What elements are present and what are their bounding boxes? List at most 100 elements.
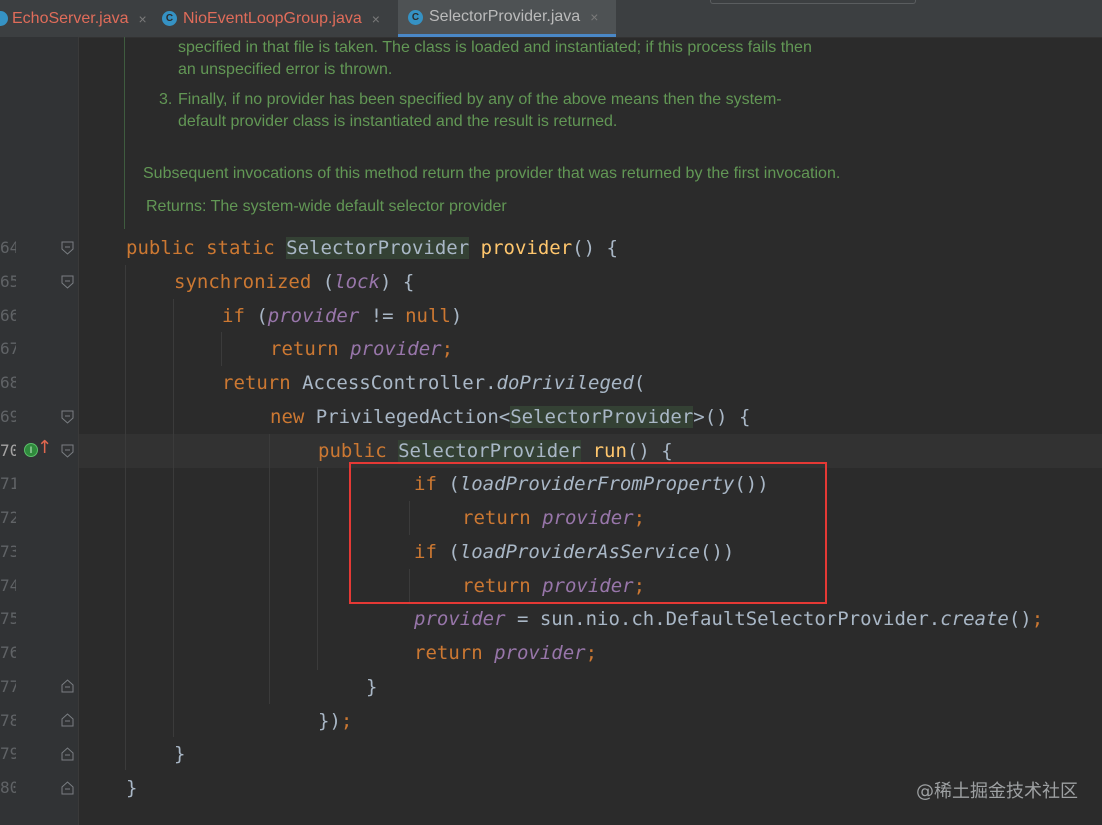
- code-token: public static: [126, 237, 287, 259]
- code-line-68[interactable]: return AccessController.doPrivileged(: [222, 366, 645, 400]
- line-number: 64: [0, 238, 16, 257]
- code-line-79[interactable]: }: [174, 737, 185, 771]
- tab-label: SelectorProvider.java: [429, 8, 581, 25]
- line-number: 79: [0, 744, 16, 763]
- code-line-64[interactable]: public static SelectorProvider provider(…: [126, 231, 618, 265]
- tab-nioeventloopgroup[interactable]: C NioEventLoopGroup.java ×: [162, 0, 380, 37]
- line-number: 69: [0, 407, 16, 426]
- fold-expand-icon[interactable]: [61, 781, 74, 795]
- code-line-69[interactable]: new PrivilegedAction<SelectorProvider>()…: [270, 400, 750, 434]
- code-line-76[interactable]: return provider;: [414, 636, 597, 670]
- code-token: () {: [626, 440, 673, 462]
- indent-guide: [317, 467, 318, 670]
- code-token: if: [222, 305, 257, 327]
- code-token: synchronized: [174, 271, 323, 293]
- fold-collapse-icon[interactable]: [61, 444, 74, 458]
- line-number: 70: [0, 441, 16, 460]
- code-line-65[interactable]: synchronized (lock) {: [174, 265, 414, 299]
- rendered-javadoc: specified in that file is taken. The cla…: [124, 37, 925, 229]
- indent-guide: [221, 332, 222, 366]
- tab-echoserver[interactable]: EchoServer.java ×: [0, 0, 147, 37]
- fold-collapse-icon[interactable]: [61, 275, 74, 289]
- code-token: () {: [572, 237, 618, 259]
- fold-expand-icon[interactable]: [61, 713, 74, 727]
- fold-expand-icon[interactable]: [61, 679, 74, 693]
- code-token: provider: [494, 642, 586, 664]
- code-token: }): [318, 710, 341, 732]
- code-token: ) {: [379, 271, 415, 293]
- gutter-divider: [78, 37, 79, 825]
- code-token: lock: [334, 271, 380, 293]
- code-token: provider: [480, 237, 573, 259]
- doc-text: Finally, if no provider has been specifi…: [178, 91, 782, 108]
- code-token: SelectorProvider: [286, 237, 470, 259]
- doc-returns-label: Returns:: [146, 198, 207, 215]
- tab-label: EchoServer.java: [12, 9, 129, 27]
- search-field-edge[interactable]: [710, 0, 916, 4]
- line-number: 72: [0, 508, 16, 527]
- code-token: ;: [1031, 608, 1044, 630]
- indent-guide: [173, 299, 174, 737]
- code-token: provider: [267, 305, 360, 327]
- code-token: SelectorProvider: [510, 406, 694, 428]
- code-line-75[interactable]: provider = sun.nio.ch.DefaultSelectorPro…: [414, 602, 1043, 636]
- line-number: 71: [0, 474, 16, 493]
- code-line-66[interactable]: if (provider != null): [222, 299, 462, 333]
- code-token: }: [126, 777, 138, 799]
- java-class-icon: C: [162, 11, 177, 26]
- line-number: 78: [0, 711, 16, 730]
- code-token: return: [270, 338, 351, 360]
- tab-selectorprovider[interactable]: C SelectorProvider.java ×: [398, 0, 616, 37]
- line-number: 74: [0, 576, 16, 595]
- code-line-67[interactable]: return provider;: [270, 332, 453, 366]
- fold-collapse-icon[interactable]: [61, 241, 74, 255]
- watermark: @稀土掘金技术社区: [916, 781, 1078, 802]
- doc-list-number: 3.: [159, 91, 173, 108]
- code-token: run: [592, 440, 627, 462]
- editor-tab-bar: EchoServer.java × C NioEventLoopGroup.ja…: [0, 0, 1102, 38]
- doc-text: an unspecified error is thrown.: [178, 61, 393, 78]
- code-token: PrivilegedAction<: [315, 406, 511, 428]
- code-token: (: [256, 305, 268, 327]
- close-icon[interactable]: ×: [139, 11, 147, 27]
- line-number: 73: [0, 542, 16, 561]
- code-token: ): [450, 305, 463, 327]
- implements-method-icon[interactable]: I: [24, 443, 38, 457]
- code-token: provider: [350, 338, 442, 360]
- code-token: ;: [585, 642, 598, 664]
- code-token: null: [405, 305, 451, 327]
- doc-text: default provider class is instantiated a…: [178, 113, 618, 130]
- fold-collapse-icon[interactable]: [61, 410, 74, 424]
- doc-returns: Returns: The system-wide default selecto…: [146, 198, 507, 216]
- close-icon[interactable]: ×: [590, 9, 598, 25]
- doc-text: specified in that file is taken. The cla…: [178, 39, 812, 56]
- code-token: doPrivileged: [496, 372, 634, 394]
- code-token: return: [414, 642, 495, 664]
- code-token: (): [1008, 608, 1032, 630]
- code-line-78[interactable]: });: [318, 704, 352, 738]
- line-number: 80: [0, 778, 16, 797]
- code-token: = sun.nio.ch.DefaultSelectorProvider.: [505, 608, 941, 630]
- code-token: (: [322, 271, 335, 293]
- code-token: >() {: [693, 406, 751, 428]
- code-token: (: [633, 372, 646, 394]
- line-number: 68: [0, 373, 16, 392]
- code-token: create: [940, 608, 1009, 630]
- line-number: 77: [0, 677, 16, 696]
- doc-returns-text: The system-wide default selector provide…: [210, 198, 507, 215]
- override-arrow-icon[interactable]: ↑: [37, 439, 52, 457]
- java-class-icon: [0, 11, 8, 26]
- code-token: provider: [414, 608, 506, 630]
- code-token: SelectorProvider: [398, 440, 582, 462]
- code-line-80[interactable]: }: [126, 771, 137, 805]
- code-token: }: [174, 743, 186, 765]
- line-number: 75: [0, 609, 16, 628]
- code-token: !=: [359, 305, 406, 327]
- code-line-77[interactable]: }: [366, 670, 377, 704]
- doc-text: Subsequent invocations of this method re…: [143, 165, 841, 182]
- close-icon[interactable]: ×: [372, 11, 380, 27]
- code-token: return: [222, 372, 303, 394]
- fold-expand-icon[interactable]: [61, 747, 74, 761]
